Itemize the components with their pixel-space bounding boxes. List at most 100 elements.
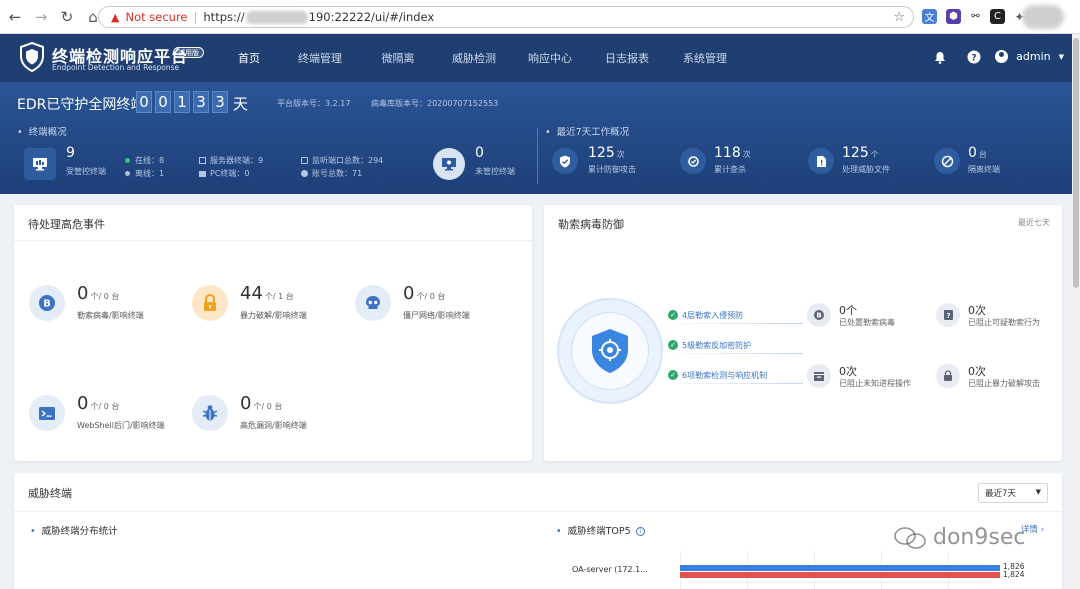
translate-extension-icon[interactable]: 文 — [922, 9, 937, 24]
username: admin — [1016, 50, 1051, 63]
unmanaged-monitor-icon — [433, 148, 465, 180]
bar-value-label: 1,824 — [1003, 570, 1025, 579]
defended-attacks-label: 累计防御攻击 — [588, 165, 636, 174]
guard-days-counter: 0 0 1 3 3 — [136, 91, 231, 113]
bell-icon[interactable] — [932, 49, 948, 65]
managed-count[interactable]: 9 — [66, 145, 75, 161]
ransomware-defense-card: 勒索病毒防御 最近七天 ✓ 4层勒索入侵预防 ✓ 5级勒索反加密防护 ✓ 6项勒索检测… — [544, 205, 1062, 461]
rs-stat-value: 0次 — [839, 365, 857, 378]
shield-gear-icon — [592, 329, 628, 373]
nav-log-reports[interactable]: 日志报表 — [588, 34, 666, 82]
bar-category-label: OA-server (172.1... — [572, 565, 648, 574]
profile-avatar[interactable] — [1022, 5, 1064, 29]
event-webshell[interactable]: 0 个/ 0 台 WebShell后门/影响终端 — [29, 393, 189, 445]
monitor-icon — [24, 148, 56, 180]
reload-icon[interactable]: ↻ — [56, 6, 78, 28]
event-count: 0 个/ 0 台 — [240, 393, 283, 414]
digit: 1 — [174, 91, 190, 113]
nav-system-management[interactable]: 系统管理 — [666, 34, 744, 82]
nav-micro-isolation[interactable]: 微隔离 — [360, 34, 436, 82]
defense-ring-inner — [571, 312, 649, 390]
range-select[interactable]: 最近7天 ▼ — [978, 483, 1048, 503]
weekly-overview-heading: 最近7天工作概况 — [545, 124, 630, 138]
caret-down-icon: ▼ — [1035, 488, 1041, 496]
event-botnet[interactable]: 0 个/ 0 台 僵尸网络/影响终端 — [355, 283, 515, 335]
feature-intrusion-prevention[interactable]: ✓ 4层勒索入侵预防 — [660, 306, 803, 324]
unmanaged-count[interactable]: 0 — [475, 145, 484, 161]
isolated-count[interactable]: 0台 — [968, 145, 987, 161]
nav-home[interactable]: 首页 — [218, 34, 280, 82]
port-icon — [301, 157, 308, 164]
defended-attacks-count[interactable]: 125 次 — [588, 145, 625, 161]
nav-threat-detection[interactable]: 威胁检测 — [436, 34, 512, 82]
caret-down-icon: ▼ — [1058, 52, 1064, 61]
user-menu[interactable]: admin ▼ — [995, 50, 1064, 63]
feature-detection-response[interactable]: ✓ 6项勒索检测与响应机制 — [660, 366, 803, 384]
event-vulnerability[interactable]: 0 个/ 0 台 高危漏洞/影响终端 — [192, 393, 352, 445]
extension-hexagon-icon[interactable]: ⬢ — [946, 9, 961, 24]
question-file-icon: ? — [936, 303, 960, 327]
isolate-icon — [934, 148, 960, 174]
redacted-host — [245, 10, 308, 24]
extension-graph-icon[interactable]: ⚯ — [968, 9, 983, 24]
wechat-icon — [894, 526, 926, 549]
product-subtitle: Endpoint Detection and Response — [52, 63, 180, 72]
nav-response-center[interactable]: 响应中心 — [512, 34, 588, 82]
scrollbar-thumb[interactable] — [1073, 38, 1079, 288]
check-icon: ✓ — [668, 310, 678, 320]
divider — [14, 240, 532, 241]
main-nav: 首页 终端管理 微隔离 威胁检测 响应中心 日志报表 系统管理 — [218, 34, 744, 82]
event-brute-force[interactable]: 44 个/ 1 台 暴力破解/影响终端 — [192, 283, 352, 335]
address-bar[interactable]: ▲ Not secure | https:// 190:22222/ui/#/i… — [98, 6, 914, 28]
page-scrollbar[interactable] — [1072, 34, 1080, 589]
back-icon[interactable]: ← — [4, 6, 26, 28]
nav-endpoint-management[interactable]: 终端管理 — [280, 34, 360, 82]
threat-files-label: 处理威胁文件 — [842, 165, 890, 174]
digit: 0 — [155, 91, 171, 113]
digit: 3 — [212, 91, 228, 113]
listen-ports-stat: 监听端口总数：294 — [301, 155, 383, 166]
event-count: 0 个/ 0 台 — [77, 393, 120, 414]
extension-c-icon[interactable]: C — [990, 9, 1005, 24]
bar-series-a[interactable] — [680, 565, 1000, 571]
rs-stat-label: 已阻止可疑勒索行为 — [968, 318, 1040, 327]
digit: 0 — [136, 91, 152, 113]
accounts-stat: 账号总数：71 — [301, 168, 362, 179]
bar-series-b[interactable] — [680, 572, 1000, 578]
threat-files-count[interactable]: 125 个 — [842, 145, 879, 161]
event-label: WebShell后门/影响终端 — [77, 421, 165, 430]
online-stat: 在线：8 — [125, 155, 164, 166]
scan-kill-count[interactable]: 118 次 — [714, 145, 751, 161]
bookmark-star-icon[interactable]: ☆ — [893, 10, 905, 25]
warning-icon: ▲ — [111, 10, 120, 24]
rs-stat-label: 已阻止暴力破解攻击 — [968, 379, 1040, 388]
bitcoin-icon: B — [807, 303, 831, 327]
event-ransomware[interactable]: B 0 个/ 0 台 勒索病毒/影响终端 — [29, 283, 189, 335]
rs-stat-brute-force: 0次 已阻止暴力破解攻击 — [936, 364, 1056, 398]
rs-stat-label: 已处置勒索病毒 — [839, 318, 895, 327]
forward-icon[interactable]: → — [30, 6, 52, 28]
event-count: 0 个/ 0 台 — [77, 283, 120, 304]
rs-stat-suspicious: ? 0次 已阻止可疑勒索行为 — [936, 303, 1056, 337]
security-label[interactable]: Not secure — [125, 10, 187, 24]
managed-label: 受管控终端 — [66, 167, 106, 176]
check-icon: ✓ — [668, 370, 678, 380]
account-icon — [301, 170, 308, 177]
isolated-label: 隔离终端 — [968, 165, 1000, 174]
lock-icon — [936, 364, 960, 388]
check-icon: ✓ — [668, 340, 678, 350]
endpoint-overview-heading: 终端概况 — [17, 124, 67, 138]
feature-anti-encryption[interactable]: ✓ 5级勒索反加密防护 — [660, 336, 803, 354]
distribution-title: 威胁终端分布统计 — [30, 523, 118, 537]
svg-text:B: B — [816, 312, 821, 320]
scan-kill-label: 累计查杀 — [714, 165, 746, 174]
divider — [537, 128, 538, 184]
shield-check-icon — [552, 148, 578, 174]
svg-text:B: B — [43, 299, 51, 310]
info-icon[interactable]: i — [635, 527, 645, 536]
server-icon — [199, 157, 206, 164]
edr-guard-title: EDR已守护全网终端 — [17, 97, 145, 113]
range-select-value: 最近7天 — [985, 489, 1016, 499]
app-header: 终端检测响应平台 试用版 Endpoint Detection and Resp… — [0, 34, 1080, 82]
help-icon[interactable]: ? — [966, 49, 982, 65]
